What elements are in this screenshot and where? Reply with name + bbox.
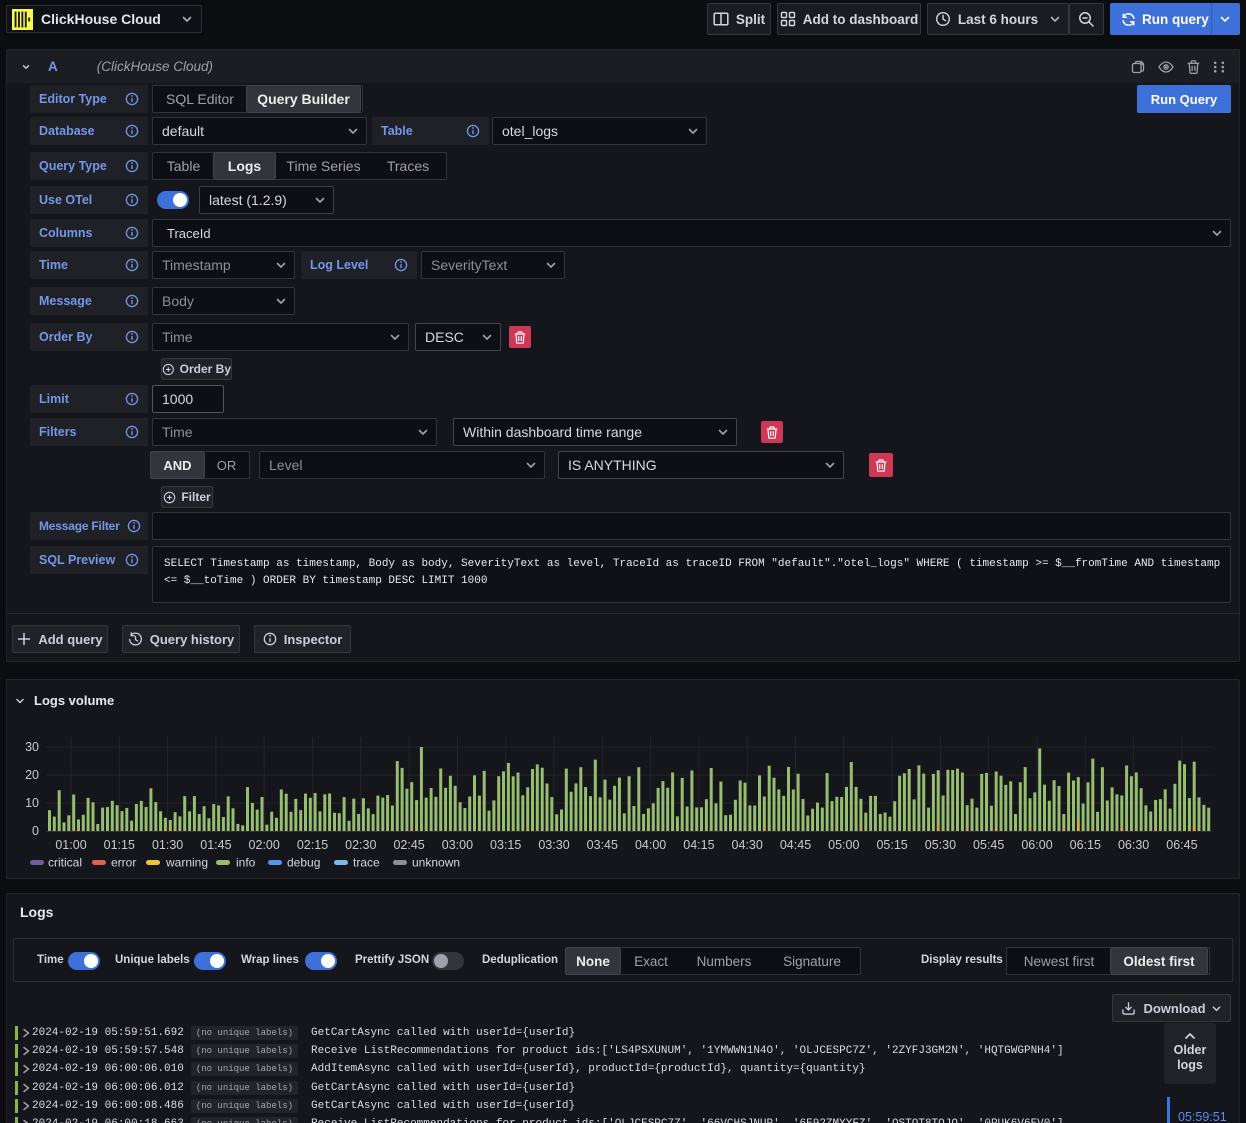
svg-text:06:00: 06:00 [1021,838,1052,852]
svg-text:04:15: 04:15 [683,838,714,852]
svg-text:20: 20 [25,768,39,782]
svg-text:01:30: 01:30 [152,838,183,852]
svg-text:trace: trace [353,856,380,870]
svg-text:04:00: 04:00 [635,838,666,852]
svg-text:03:15: 03:15 [490,838,521,852]
svg-text:02:30: 02:30 [345,838,376,852]
svg-text:02:00: 02:00 [249,838,280,852]
svg-text:05:00: 05:00 [828,838,859,852]
svg-text:02:45: 02:45 [393,838,424,852]
svg-text:01:00: 01:00 [55,838,86,852]
svg-text:06:45: 06:45 [1166,838,1197,852]
svg-text:30: 30 [25,740,39,754]
svg-text:04:30: 04:30 [732,838,763,852]
svg-text:0: 0 [32,824,39,838]
svg-text:03:00: 03:00 [442,838,473,852]
svg-text:01:45: 01:45 [200,838,231,852]
svg-text:01:15: 01:15 [104,838,135,852]
svg-text:05:15: 05:15 [876,838,907,852]
svg-text:unknown: unknown [412,856,460,870]
svg-text:10: 10 [25,796,39,810]
svg-text:03:45: 03:45 [587,838,618,852]
svg-text:04:45: 04:45 [780,838,811,852]
svg-text:critical: critical [48,856,82,870]
svg-text:warning: warning [165,856,208,870]
svg-text:02:15: 02:15 [297,838,328,852]
svg-text:error: error [111,856,136,870]
svg-text:06:30: 06:30 [1118,838,1149,852]
svg-text:05:30: 05:30 [925,838,956,852]
svg-text:03:30: 03:30 [538,838,569,852]
svg-text:06:15: 06:15 [1070,838,1101,852]
svg-text:debug: debug [287,856,320,870]
svg-text:info: info [236,856,256,870]
svg-text:05:45: 05:45 [973,838,1004,852]
